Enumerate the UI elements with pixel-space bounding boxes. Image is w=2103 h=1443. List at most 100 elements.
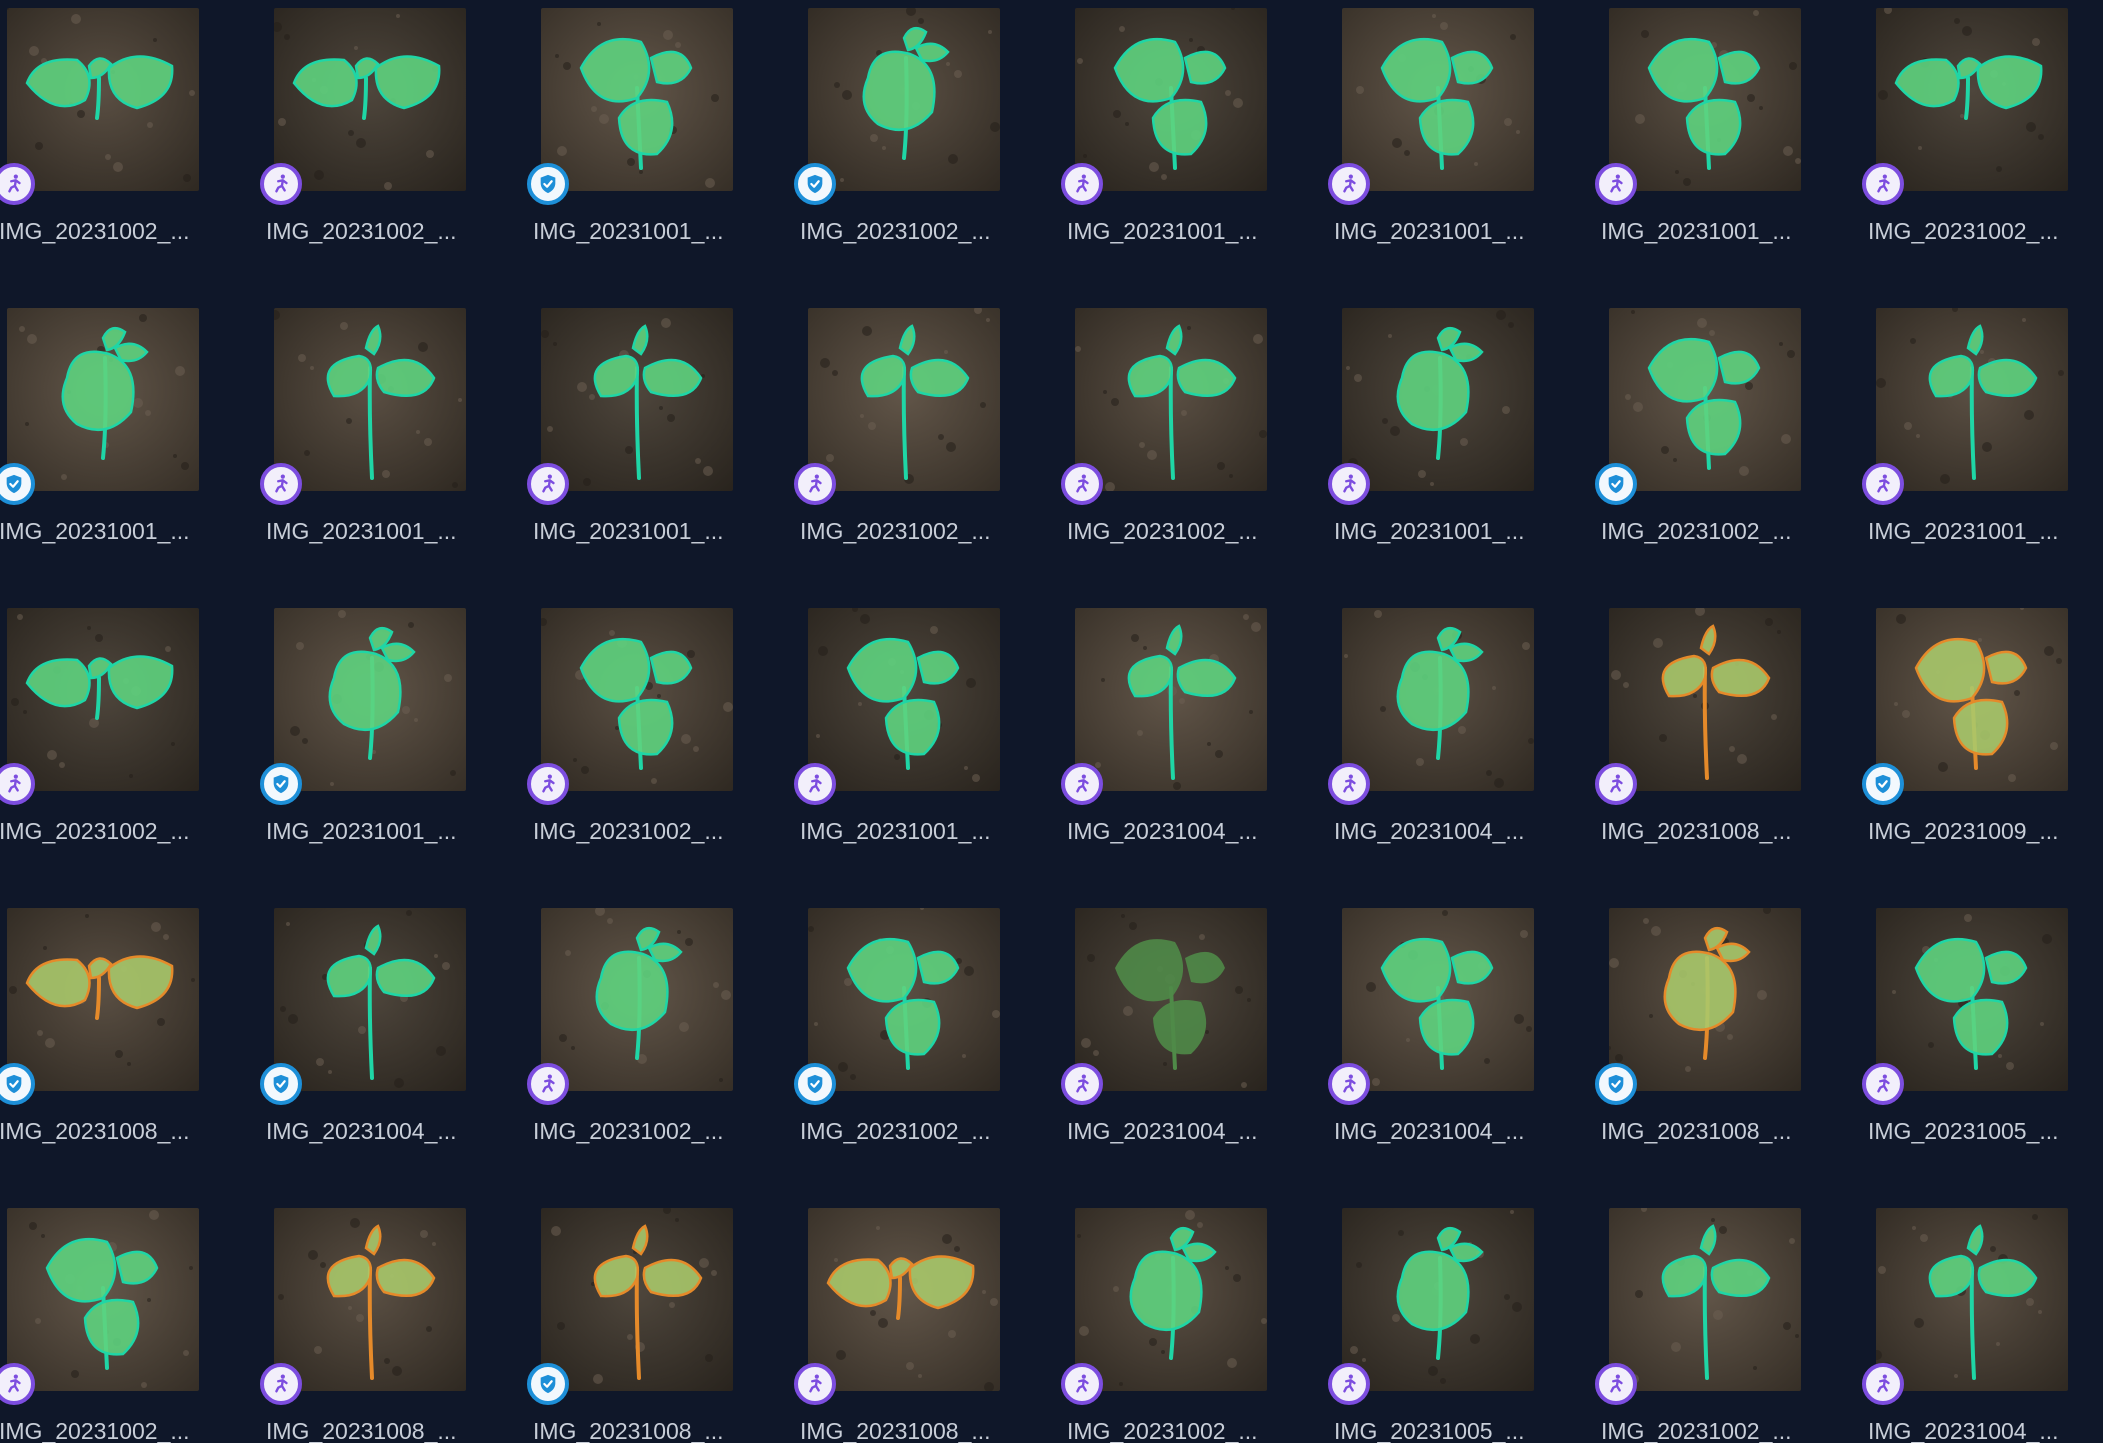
image-filename: IMG_20231002_... (533, 818, 724, 844)
image-card[interactable]: IMG_20231001_... (260, 608, 524, 866)
image-card[interactable]: IMG_20231001_... (1061, 8, 1325, 266)
running-person-icon (1328, 1363, 1370, 1405)
image-card[interactable]: IMG_20231002_... (794, 308, 1058, 566)
image-thumbnail[interactable] (1342, 1208, 1534, 1391)
image-card[interactable]: IMG_20231005_... (1862, 908, 2103, 1166)
seedling-photo (808, 8, 1000, 191)
image-filename: IMG_20231001_... (0, 518, 190, 544)
image-filename: IMG_20231001_... (1334, 518, 1525, 544)
seedling-photo (274, 308, 466, 491)
running-person-icon (1595, 763, 1637, 805)
image-card[interactable]: IMG_20231001_... (1328, 308, 1592, 566)
image-thumbnail[interactable] (274, 1208, 466, 1391)
image-card[interactable]: IMG_20231001_... (527, 308, 791, 566)
image-card[interactable]: IMG_20231002_... (0, 8, 257, 266)
image-card[interactable]: IMG_20231009_... (1862, 608, 2103, 866)
image-card[interactable]: IMG_20231001_... (527, 8, 791, 266)
image-card[interactable]: IMG_20231002_... (1595, 1208, 1859, 1443)
image-thumbnail[interactable] (1342, 8, 1534, 191)
image-filename: IMG_20231001_... (1868, 518, 2059, 544)
running-person-icon (527, 1063, 569, 1105)
image-card[interactable]: IMG_20231004_... (1328, 908, 1592, 1166)
image-card[interactable]: IMG_20231002_... (527, 908, 791, 1166)
image-card[interactable]: IMG_20231002_... (1862, 8, 2103, 266)
image-thumbnail[interactable] (1609, 8, 1801, 191)
image-thumbnail[interactable] (7, 1208, 199, 1391)
image-card[interactable]: IMG_20231008_... (794, 1208, 1058, 1443)
image-thumbnail[interactable] (1342, 608, 1534, 791)
image-card[interactable]: IMG_20231001_... (0, 308, 257, 566)
image-card[interactable]: IMG_20231004_... (1061, 908, 1325, 1166)
image-filename: IMG_20231002_... (0, 218, 190, 244)
image-thumbnail[interactable] (1876, 8, 2068, 191)
image-card[interactable]: IMG_20231001_... (1328, 8, 1592, 266)
image-thumbnail[interactable] (7, 908, 199, 1091)
shield-check-icon (527, 163, 569, 205)
image-card[interactable]: IMG_20231002_... (1061, 1208, 1325, 1443)
image-card[interactable]: IMG_20231004_... (1328, 608, 1592, 866)
image-thumbnail[interactable] (274, 308, 466, 491)
image-card[interactable]: IMG_20231002_... (1595, 308, 1859, 566)
image-thumbnail[interactable] (1876, 308, 2068, 491)
image-card[interactable]: IMG_20231008_... (1595, 608, 1859, 866)
image-thumbnail[interactable] (1609, 908, 1801, 1091)
image-filename: IMG_20231002_... (1601, 1418, 1792, 1443)
image-thumbnail[interactable] (1075, 608, 1267, 791)
image-thumbnail[interactable] (1075, 1208, 1267, 1391)
image-card[interactable]: IMG_20231008_... (0, 908, 257, 1166)
image-thumbnail[interactable] (7, 608, 199, 791)
image-card[interactable]: IMG_20231002_... (794, 8, 1058, 266)
image-filename: IMG_20231004_... (1868, 1418, 2059, 1443)
image-thumbnail[interactable] (1342, 308, 1534, 491)
image-thumbnail[interactable] (274, 908, 466, 1091)
image-thumbnail[interactable] (808, 1208, 1000, 1391)
image-card[interactable]: IMG_20231002_... (1061, 308, 1325, 566)
running-person-icon (1595, 1363, 1637, 1405)
image-card[interactable]: IMG_20231002_... (794, 908, 1058, 1166)
image-card[interactable]: IMG_20231008_... (260, 1208, 524, 1443)
image-card[interactable]: IMG_20231002_... (260, 8, 524, 266)
image-card[interactable]: IMG_20231002_... (0, 1208, 257, 1443)
image-thumbnail[interactable] (1876, 608, 2068, 791)
image-thumbnail[interactable] (1609, 308, 1801, 491)
running-person-icon (1328, 763, 1370, 805)
image-thumbnail[interactable] (274, 608, 466, 791)
image-card[interactable]: IMG_20231001_... (260, 308, 524, 566)
image-card[interactable]: IMG_20231001_... (1862, 308, 2103, 566)
image-card[interactable]: IMG_20231002_... (527, 608, 791, 866)
image-card[interactable]: IMG_20231005_... (1328, 1208, 1592, 1443)
image-thumbnail[interactable] (541, 608, 733, 791)
image-card[interactable]: IMG_20231001_... (794, 608, 1058, 866)
image-thumbnail[interactable] (7, 308, 199, 491)
image-thumbnail[interactable] (1075, 908, 1267, 1091)
image-thumbnail[interactable] (541, 8, 733, 191)
image-filename: IMG_20231009_... (1868, 818, 2059, 844)
image-thumbnail[interactable] (808, 608, 1000, 791)
seedling-photo (1609, 908, 1801, 1091)
image-thumbnail[interactable] (1075, 8, 1267, 191)
image-thumbnail[interactable] (541, 308, 733, 491)
image-thumbnail[interactable] (7, 8, 199, 191)
image-thumbnail[interactable] (808, 308, 1000, 491)
image-thumbnail[interactable] (1342, 908, 1534, 1091)
image-thumbnail[interactable] (541, 908, 733, 1091)
image-thumbnail[interactable] (1876, 1208, 2068, 1391)
image-thumbnail[interactable] (1876, 908, 2068, 1091)
shield-check-icon (527, 1363, 569, 1405)
image-thumbnail[interactable] (1609, 1208, 1801, 1391)
image-card[interactable]: IMG_20231004_... (260, 908, 524, 1166)
image-card[interactable]: IMG_20231004_... (1862, 1208, 2103, 1443)
image-thumbnail[interactable] (274, 8, 466, 191)
image-thumbnail[interactable] (1609, 608, 1801, 791)
image-thumbnail[interactable] (541, 1208, 733, 1391)
image-card[interactable]: IMG_20231004_... (1061, 608, 1325, 866)
image-card[interactable]: IMG_20231001_... (1595, 8, 1859, 266)
image-gallery-grid: IMG_20231002_... IMG_20231002_... IMG_2023… (0, 0, 2103, 1443)
image-thumbnail[interactable] (808, 908, 1000, 1091)
image-card[interactable]: IMG_20231008_... (1595, 908, 1859, 1166)
image-card[interactable]: IMG_20231002_... (0, 608, 257, 866)
image-thumbnail[interactable] (1075, 308, 1267, 491)
seedling-photo (1876, 8, 2068, 191)
image-thumbnail[interactable] (808, 8, 1000, 191)
image-card[interactable]: IMG_20231008_... (527, 1208, 791, 1443)
